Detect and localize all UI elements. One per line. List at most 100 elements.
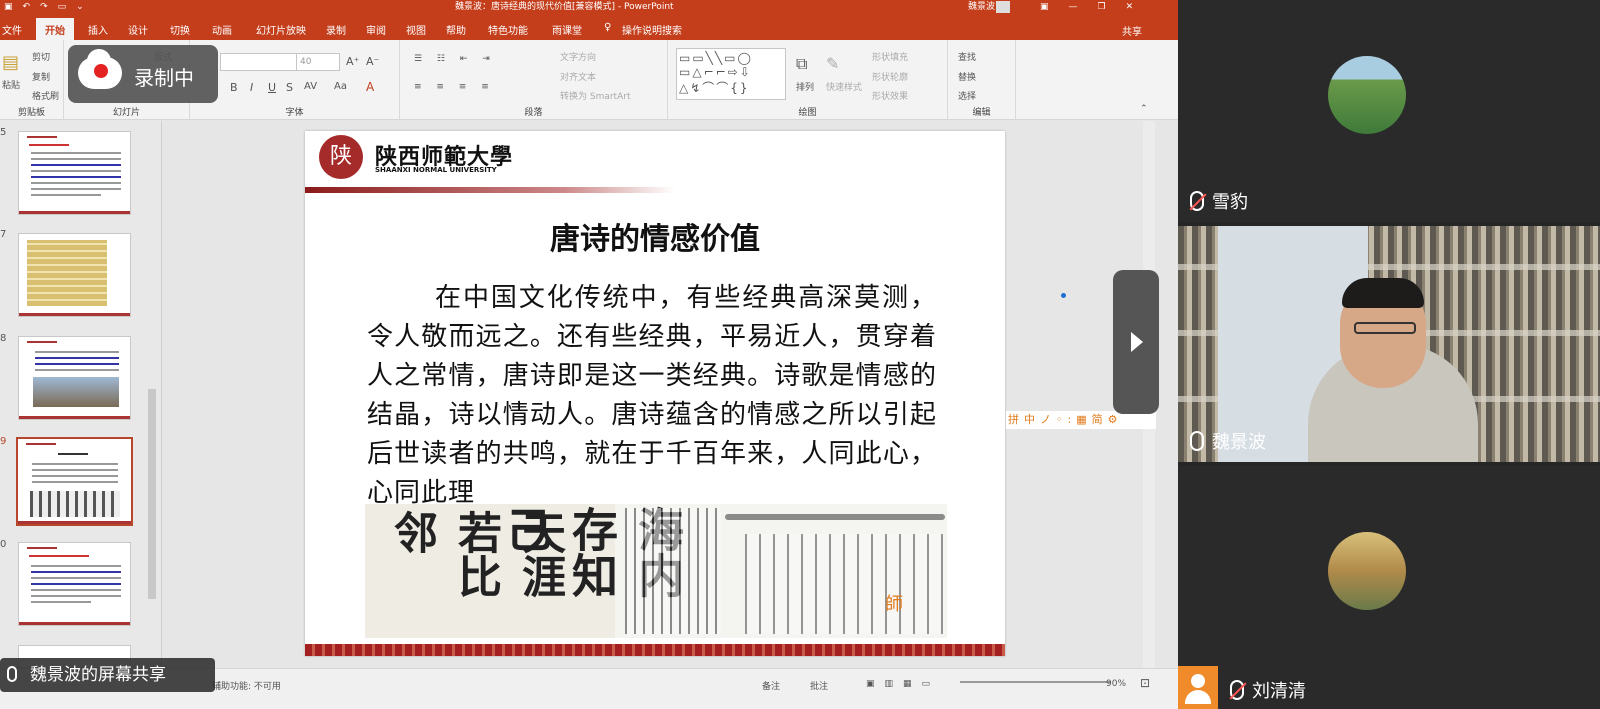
slide-thumbnail-selected[interactable]	[16, 437, 133, 526]
slide-thumbnail[interactable]	[18, 131, 131, 215]
accessibility-status[interactable]: 辅助功能: 不可用	[212, 679, 281, 692]
smartart-button[interactable]: 转换为 SmartArt	[560, 89, 630, 102]
cloud-record-icon	[78, 49, 122, 89]
tab-animations[interactable]: 动画	[212, 22, 232, 37]
replace-button[interactable]: 替换	[958, 70, 976, 83]
tell-me-search[interactable]: 操作说明搜索	[622, 22, 682, 37]
arrange-icon[interactable]: ⧉	[796, 54, 807, 74]
align-text-button[interactable]: 对齐文本	[560, 70, 596, 83]
shrink-font-icon[interactable]: A⁻	[366, 55, 379, 68]
zoom-level[interactable]: 90%	[1106, 679, 1126, 689]
find-button[interactable]: 查找	[958, 50, 976, 63]
signed-in-user[interactable]: 魏景波	[968, 0, 995, 14]
tab-insert[interactable]: 插入	[88, 22, 108, 37]
screen-share-label: 魏景波的屏幕共享	[30, 665, 166, 685]
zoom-slider[interactable]	[960, 681, 1110, 683]
slide-thumbnail[interactable]	[18, 542, 131, 626]
font-size-dropdown[interactable]: 40	[296, 53, 340, 71]
restore-icon[interactable]: ❐	[1098, 0, 1106, 14]
ribbon-display-icon[interactable]: ▣	[1040, 0, 1049, 14]
user-placeholder-icon	[1178, 666, 1218, 709]
redo-icon[interactable]: ↷	[40, 0, 48, 14]
participant-video-tile[interactable]: 魏景波	[1178, 226, 1600, 462]
minimize-icon[interactable]: —	[1069, 0, 1078, 14]
tab-view[interactable]: 视图	[406, 22, 426, 37]
slide-body-text[interactable]: 在中国文化传统中，有些经典高深莫测，令人敬而远之。还有些经典，平易近人，贯穿着人…	[367, 279, 937, 513]
save-icon[interactable]: ▣	[4, 0, 13, 14]
fit-slide-icon[interactable]: ⊡	[1140, 676, 1150, 690]
shadow-button[interactable]: S	[286, 81, 293, 94]
paragraph-group: ☰ ☷ ⇤ ⇥ ≡ ≡ ≡ ≡ 文字方向 对齐文本 转换为 SmartArt 段…	[400, 40, 668, 120]
tab-record[interactable]: 录制	[326, 22, 346, 37]
notes-button[interactable]: 备注	[762, 679, 780, 692]
paragraph-label: 段落	[524, 108, 543, 118]
collapse-ribbon-icon[interactable]: ⌃	[1140, 104, 1148, 114]
slide-canvas[interactable]: 陕 陕西师範大學 SHAANXI NORMAL UNIVERSITY 唐诗的情感…	[305, 131, 1005, 656]
undo-icon[interactable]: ↶	[23, 0, 31, 14]
tab-slideshow[interactable]: 幻灯片放映	[256, 22, 306, 37]
recording-badge[interactable]: 录制中	[68, 45, 218, 103]
slides-label: 幻灯片	[112, 108, 140, 118]
participants-panel: 雪豹 魏景波 刘清清	[1178, 0, 1600, 709]
calligraphy-stamp: 師	[885, 594, 903, 615]
align-icons[interactable]: ≡ ≡ ≡ ≡	[414, 82, 495, 92]
tab-review[interactable]: 审阅	[366, 22, 386, 37]
cut-button[interactable]: 剪切	[32, 50, 50, 63]
present-icon[interactable]: ▭	[58, 0, 67, 14]
customize-qat-icon[interactable]: ⌄	[76, 0, 84, 14]
change-case-button[interactable]: Aa	[334, 81, 347, 92]
underline-button[interactable]: U	[268, 81, 276, 94]
shapes-gallery[interactable]: ▭▭╲╲▭◯ ▭△⌐⌐⇨⇩ △↯⌒⌒{}	[676, 48, 786, 100]
participant-namebar: 雪豹	[1190, 188, 1248, 214]
comments-button[interactable]: 批注	[810, 679, 828, 692]
grow-font-icon[interactable]: A⁺	[346, 55, 359, 68]
paste-button[interactable]: 粘贴	[2, 78, 20, 91]
view-buttons[interactable]: ▣▥▦▭	[866, 679, 940, 689]
bold-button[interactable]: B	[230, 81, 238, 94]
screen-share-banner: 魏景波的屏幕共享	[0, 658, 215, 692]
shape-effects-button[interactable]: 形状效果	[872, 89, 908, 102]
user-avatar[interactable]	[996, 1, 1010, 13]
slide-footer-band	[305, 644, 1005, 656]
slide-title[interactable]: 唐诗的情感价值	[305, 214, 1005, 258]
quick-styles-button[interactable]: 快速样式	[826, 80, 862, 93]
thumbnail-scrollbar[interactable]	[148, 389, 156, 599]
share-button[interactable]: 共享	[1122, 23, 1142, 38]
format-painter-button[interactable]: 格式刷	[32, 89, 59, 102]
university-seal: 陕	[319, 135, 363, 179]
participant-avatar	[1328, 532, 1406, 610]
tab-transitions[interactable]: 切换	[170, 22, 190, 37]
tab-rain-classroom[interactable]: 雨课堂	[552, 22, 582, 37]
shape-outline-button[interactable]: 形状轮廓	[872, 70, 908, 83]
tab-help[interactable]: 帮助	[446, 22, 466, 37]
paste-icon[interactable]: ▤	[2, 52, 19, 73]
participant-tile[interactable]: 雪豹	[1178, 0, 1600, 222]
recording-label: 录制中	[134, 66, 194, 90]
shape-fill-button[interactable]: 形状填充	[872, 50, 908, 63]
text-direction-button[interactable]: 文字方向	[560, 50, 596, 63]
font-color-icon[interactable]: A	[366, 80, 374, 94]
slide-thumbnail[interactable]	[18, 336, 131, 420]
slide-thumbnail[interactable]	[18, 233, 131, 317]
tab-design[interactable]: 设计	[128, 22, 148, 37]
tab-file[interactable]: 文件	[2, 22, 22, 37]
close-icon[interactable]: ✕	[1126, 0, 1134, 14]
tab-featured[interactable]: 特色功能	[488, 22, 528, 37]
quick-styles-icon[interactable]: ✎	[826, 54, 839, 73]
list-icons[interactable]: ☰ ☷ ⇤ ⇥	[414, 54, 496, 64]
thumb-number: 9	[0, 436, 7, 447]
copy-button[interactable]: 复制	[32, 70, 50, 83]
char-spacing-button[interactable]: AV	[304, 81, 317, 92]
expand-panel-button[interactable]	[1113, 270, 1159, 414]
calligraphy-image[interactable]: 天涯若比邻 海内存知己 師	[365, 504, 947, 638]
tab-home[interactable]: 开始	[36, 18, 74, 40]
italic-button[interactable]: I	[250, 81, 253, 94]
participant-tile[interactable]: 刘清清	[1178, 466, 1600, 709]
thumb-number: 7	[0, 229, 7, 240]
clipboard-group: ▤ 粘贴 剪切 复制 格式刷 剪贴板	[0, 40, 64, 120]
select-button[interactable]: 选择	[958, 89, 976, 102]
drawing-label: 绘图	[798, 108, 817, 118]
arrange-button[interactable]: 排列	[796, 80, 814, 93]
title-bar: ▣ ↶ ↷ ▭ ⌄ 魏景波：唐诗经典的现代价值[兼容模式] - PowerPoi…	[0, 0, 1178, 14]
window-controls: ▣ — ❐ ✕	[1040, 0, 1133, 14]
